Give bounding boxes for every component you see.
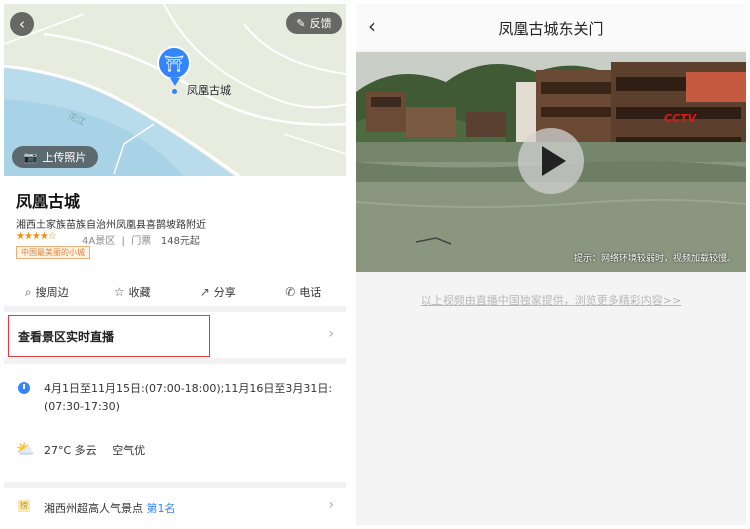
- ticket-label: 门票: [131, 236, 152, 247]
- ticket-price: 148元起: [160, 236, 200, 247]
- partly-cloudy-icon: ⛅: [16, 440, 35, 458]
- edit-icon: ✎: [296, 16, 306, 30]
- share-label: 分享: [213, 286, 236, 299]
- back-button[interactable]: ‹: [10, 12, 34, 36]
- live-stream-row[interactable]: 查看景区实时直播 ›: [4, 312, 346, 358]
- play-button[interactable]: [518, 128, 584, 194]
- feedback-label: 反馈: [309, 17, 332, 30]
- screen: ‹ ✎ 反馈 ⛩ 凤凰古城 沱江 📷 上传照片 凤凰古城 湘西土家族苗族自治州凤…: [0, 0, 750, 529]
- rating-stars: ★★★★☆: [16, 231, 57, 242]
- info-section: 4月1日至11月15日:(07:00-18:00);11月16日至3月31日:(…: [4, 364, 346, 482]
- ranking-prefix: 湘西州超高人气景点: [44, 502, 143, 515]
- share-button[interactable]: ↗ 分享: [175, 278, 261, 306]
- poi-map-label: 凤凰古城: [187, 84, 231, 97]
- nav-header: ‹ 凤凰古城东关门: [356, 4, 746, 50]
- highlight-box: [8, 315, 210, 357]
- chevron-right-icon: ›: [328, 326, 334, 342]
- live-stream-page: ‹ 凤凰古城东关门 CCTV 提示：网络环境较弱时，视频加载较慢。 以上视频由直…: [356, 4, 746, 525]
- clock-icon: [18, 382, 30, 394]
- more-content-link[interactable]: 以上视频由直播中国独家提供，浏览更多精彩内容>>: [356, 292, 746, 308]
- weather-temp: 27°C 多云: [44, 444, 97, 457]
- favorite-label: 收藏: [128, 286, 151, 299]
- place-title: 凤凰古城: [16, 192, 81, 211]
- ranking-text: 湘西州超高人气景点 第1名: [44, 500, 176, 516]
- cctv-logo: CCTV: [664, 112, 697, 125]
- phone-button[interactable]: ✆ 电话: [261, 278, 347, 306]
- poi-marker[interactable]: ⛩: [157, 46, 191, 80]
- map-view[interactable]: ‹ ✎ 反馈 ⛩ 凤凰古城 沱江 📷 上传照片: [4, 4, 346, 176]
- air-quality: 空气优: [112, 444, 146, 457]
- gate-icon: ⛩: [163, 53, 185, 73]
- poi-detail-panel: ‹ ✎ 反馈 ⛩ 凤凰古城 沱江 📷 上传照片 凤凰古城 湘西土家族苗族自治州凤…: [4, 4, 346, 525]
- upload-photo-button[interactable]: 📷 上传照片: [12, 146, 98, 168]
- ranking-icon: 榜: [18, 500, 30, 512]
- place-meta: 4A景区 | 门票 148元起: [82, 236, 200, 247]
- chevron-left-icon: ‹: [19, 15, 25, 33]
- ranking-position: 第1名: [146, 502, 176, 515]
- marker-dot: [172, 89, 177, 94]
- page-title: 凤凰古城东关门: [498, 20, 604, 38]
- favorite-button[interactable]: ☆ 收藏: [90, 278, 176, 306]
- feedback-button[interactable]: ✎ 反馈: [286, 12, 342, 34]
- marker-pointer: [170, 78, 180, 86]
- star-icon: ☆: [113, 285, 125, 299]
- share-icon: ↗: [199, 285, 210, 299]
- ranking-row[interactable]: 榜 湘西州超高人气景点 第1名 ›: [4, 488, 346, 525]
- search-icon: ⌕: [24, 284, 32, 299]
- place-address: 湘西土家族苗族自治州凤凰县喜鹊坡路附近: [16, 220, 206, 231]
- play-icon: [542, 146, 566, 176]
- search-nearby-label: 搜周边: [35, 286, 69, 299]
- video-player[interactable]: CCTV 提示：网络环境较弱时，视频加载较慢。: [356, 52, 746, 272]
- place-tag: 中国最美丽的小城: [16, 246, 90, 259]
- weather-info: 27°C 多云 空气优: [44, 442, 157, 458]
- phone-icon: ✆: [285, 285, 296, 299]
- search-nearby-button[interactable]: ⌕ 搜周边: [4, 278, 90, 306]
- chevron-right-icon: ›: [328, 497, 334, 513]
- upload-photo-label: 上传照片: [42, 151, 87, 164]
- opening-hours: 4月1日至11月15日:(07:00-18:00);11月16日至3月31日:(…: [44, 382, 333, 413]
- camera-icon: 📷: [23, 150, 38, 164]
- action-bar: ⌕ 搜周边 ☆ 收藏 ↗ 分享 ✆ 电话: [4, 278, 346, 306]
- network-hint: 提示：网络环境较弱时，视频加载较慢。: [573, 254, 736, 264]
- phone-label: 电话: [299, 286, 322, 299]
